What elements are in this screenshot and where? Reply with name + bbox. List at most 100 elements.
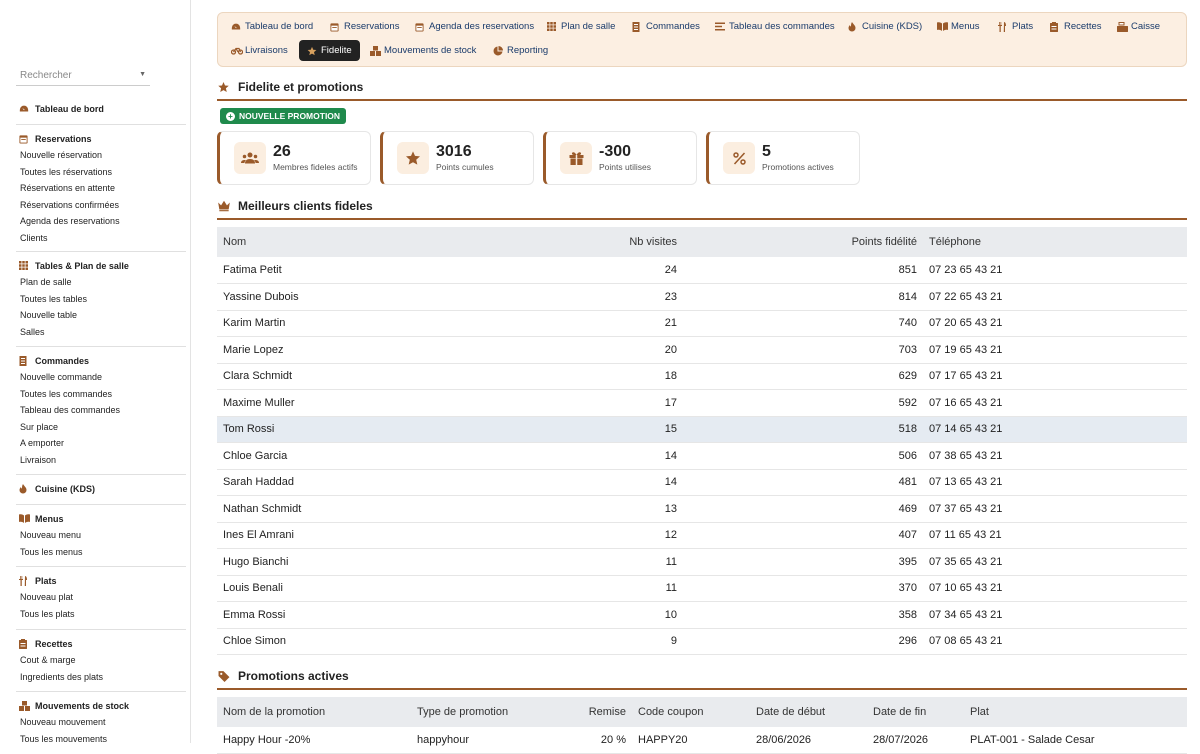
- grid-icon: [547, 21, 556, 31]
- nav-caisse[interactable]: Caisse: [1117, 16, 1160, 36]
- sidebar-item[interactable]: Toutes les réservations: [16, 164, 186, 181]
- sidebar-item[interactable]: Tous les plats: [16, 606, 186, 623]
- table-row[interactable]: Chloe Garcia 14 506 07 38 65 43 21: [217, 442, 1187, 470]
- sidebar-heading[interactable]: Tables & Plan de salle: [16, 258, 186, 274]
- col-name[interactable]: Nom: [217, 227, 547, 257]
- cell-visits: 11: [547, 575, 683, 602]
- nav-commandes[interactable]: Commandes: [632, 16, 700, 36]
- table-row[interactable]: Karim Martin 21 740 07 20 65 43 21: [217, 310, 1187, 337]
- table-row[interactable]: Fatima Petit 24 851 07 23 65 43 21: [217, 257, 1187, 284]
- sidebar-heading[interactable]: Commandes: [16, 353, 186, 369]
- cell-name: Sarah Haddad: [217, 469, 547, 496]
- sidebar-heading[interactable]: Plats: [16, 573, 186, 589]
- sidebar-item[interactable]: Ingredients des plats: [16, 669, 186, 686]
- nav-tableau-de-bord[interactable]: Tableau de bord: [231, 16, 313, 36]
- cell-name: Karim Martin: [217, 310, 547, 337]
- nav-agenda-des-reservations[interactable]: Agenda des reservations: [415, 16, 534, 36]
- nav-recettes[interactable]: Recettes: [1050, 16, 1102, 36]
- sidebar-item[interactable]: Tableau des commandes: [16, 402, 186, 419]
- table-row[interactable]: Ines El Amrani 12 407 07 11 65 43 21: [217, 522, 1187, 549]
- sidebar-item[interactable]: Nouvelle commande: [16, 369, 186, 386]
- cell-phone: 07 38 65 43 21: [923, 442, 1187, 470]
- cell-phone: 07 11 65 43 21: [923, 522, 1187, 549]
- nav-plan-de-salle[interactable]: Plan de salle: [547, 16, 615, 36]
- sidebar-item[interactable]: A emporter: [16, 435, 186, 452]
- stat-label: Points utilises: [599, 162, 651, 172]
- col-phone[interactable]: Téléphone: [923, 227, 1187, 257]
- bike-icon: [230, 46, 244, 55]
- stat-value: 5: [762, 143, 771, 160]
- col-coupon[interactable]: Code coupon: [632, 697, 750, 727]
- nav-reporting[interactable]: Reporting: [493, 40, 548, 60]
- sidebar-item[interactable]: Cout & marge: [16, 652, 186, 669]
- chevron-down-icon[interactable]: ▼: [139, 71, 146, 78]
- table-row[interactable]: Emma Rossi 10 358 07 34 65 43 21: [217, 601, 1187, 629]
- nav-label: Plats: [1012, 20, 1034, 32]
- col-promo-name[interactable]: Nom de la promotion: [217, 697, 411, 727]
- sidebar-item[interactable]: Sur place: [16, 419, 186, 436]
- sidebar-item[interactable]: Plan de salle: [16, 274, 186, 291]
- sidebar-item[interactable]: Nouveau mouvement: [16, 714, 186, 731]
- table-row[interactable]: Sarah Haddad 14 481 07 13 65 43 21: [217, 469, 1187, 496]
- col-promo-type[interactable]: Type de promotion: [411, 697, 561, 727]
- sidebar-item[interactable]: Toutes les tables: [16, 291, 186, 308]
- table-row[interactable]: Clara Schmidt 18 629 07 17 65 43 21: [217, 363, 1187, 390]
- calendar-icon: [330, 22, 339, 31]
- search-select[interactable]: Rechercher ▼: [16, 66, 150, 86]
- sidebar-divider: [16, 566, 186, 567]
- nav-mouvements-de-stock[interactable]: Mouvements de stock: [370, 40, 476, 60]
- table-row[interactable]: Yassine Dubois 23 814 07 22 65 43 21: [217, 283, 1187, 311]
- stat-card: -300 Points utilises: [543, 131, 697, 185]
- nav-livraisons[interactable]: Livraisons: [230, 40, 288, 60]
- col-points[interactable]: Points fidélité: [683, 227, 923, 257]
- cell-visits: 14: [547, 442, 683, 470]
- cell-phone: 07 17 65 43 21: [923, 363, 1187, 390]
- nav-plats[interactable]: Plats: [998, 16, 1033, 36]
- table-row[interactable]: Tom Rossi 15 518 07 14 65 43 21: [217, 416, 1187, 443]
- nav-menus[interactable]: Menus: [937, 16, 980, 36]
- best-clients-table: Nom Nb visites Points fidélité Téléphone…: [217, 227, 1187, 655]
- nav-fidelite[interactable]: Fidelite: [299, 40, 360, 61]
- sidebar-item[interactable]: Clients: [16, 230, 186, 247]
- nav-reservations[interactable]: Reservations: [330, 16, 399, 36]
- cell-points: 740: [683, 310, 923, 337]
- sidebar-heading[interactable]: Recettes: [16, 636, 186, 652]
- table-row[interactable]: Chloe Simon 9 296 07 08 65 43 21: [217, 628, 1187, 655]
- sidebar-heading[interactable]: Mouvements de stock: [16, 698, 186, 714]
- col-discount[interactable]: Remise: [561, 697, 632, 727]
- sidebar-item[interactable]: Nouveau menu: [16, 527, 186, 544]
- new-promotion-button[interactable]: + NOUVELLE PROMOTION: [220, 108, 347, 124]
- sidebar-heading[interactable]: Reservations: [16, 131, 186, 147]
- col-visits[interactable]: Nb visites: [547, 227, 683, 257]
- col-end[interactable]: Date de fin: [867, 697, 964, 727]
- sidebar-item[interactable]: Agenda des reservations: [16, 213, 186, 230]
- sidebar-item[interactable]: Nouvelle réservation: [16, 147, 186, 164]
- sidebar-item[interactable]: Salles: [16, 324, 186, 341]
- sidebar-heading[interactable]: Cuisine (KDS): [16, 481, 186, 497]
- cell-name: Yassine Dubois: [217, 283, 547, 311]
- table-row[interactable]: Maxime Muller 17 592 07 16 65 43 21: [217, 389, 1187, 417]
- nav-tableau-des-commandes[interactable]: Tableau des commandes: [715, 16, 835, 36]
- table-row[interactable]: Marie Lopez 20 703 07 19 65 43 21: [217, 336, 1187, 364]
- sidebar-item[interactable]: Tous les mouvements: [16, 731, 186, 748]
- table-row[interactable]: Hugo Bianchi 11 395 07 35 65 43 21: [217, 548, 1187, 576]
- sidebar-heading[interactable]: Tableau de bord: [16, 101, 186, 117]
- sidebar-heading-label: Reservations: [35, 134, 92, 144]
- cell-name: Chloe Simon: [217, 628, 547, 655]
- sidebar-item[interactable]: Nouvelle table: [16, 307, 186, 324]
- table-row[interactable]: Happy Hour -20% happyhour 20 % HAPPY20 28/06…: [217, 727, 1187, 754]
- nav-cuisine-kds-[interactable]: Cuisine (KDS): [848, 16, 922, 36]
- sidebar-item[interactable]: Réservations en attente: [16, 180, 186, 197]
- sidebar-item[interactable]: Nouveau plat: [16, 589, 186, 606]
- cell-points: 481: [683, 469, 923, 496]
- sidebar-item[interactable]: Livraison: [16, 452, 186, 469]
- nav-label: Livraisons: [245, 44, 288, 56]
- col-start[interactable]: Date de début: [750, 697, 867, 727]
- table-row[interactable]: Louis Benali 11 370 07 10 65 43 21: [217, 575, 1187, 602]
- sidebar-heading[interactable]: Menus: [16, 511, 186, 527]
- table-row[interactable]: Nathan Schmidt 13 469 07 37 65 43 21: [217, 495, 1187, 523]
- col-dish[interactable]: Plat: [964, 697, 1187, 727]
- sidebar-item[interactable]: Toutes les commandes: [16, 386, 186, 403]
- sidebar-item[interactable]: Réservations confirmées: [16, 197, 186, 214]
- sidebar-item[interactable]: Tous les menus: [16, 544, 186, 561]
